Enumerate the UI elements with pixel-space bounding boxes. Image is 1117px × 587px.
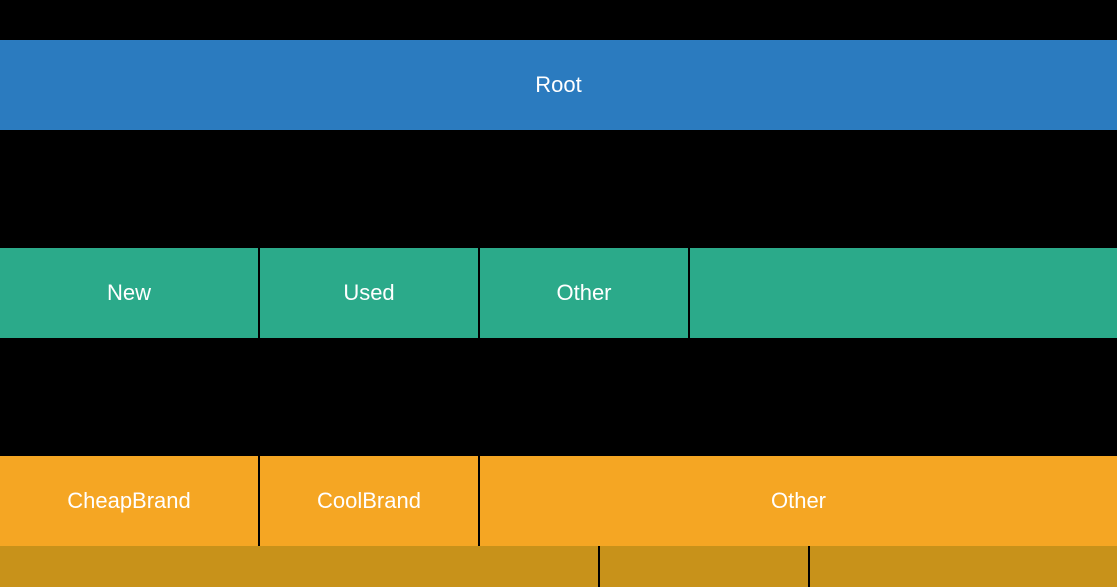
condition-row: New Used Other xyxy=(0,248,1117,338)
brand-cheap-label: CheapBrand xyxy=(67,488,191,514)
brand-other[interactable]: Other xyxy=(480,456,1117,546)
condition-used[interactable]: Used xyxy=(260,248,480,338)
gold-segment-2 xyxy=(600,546,810,587)
root-bar: Root xyxy=(0,40,1117,130)
gold-segment-3 xyxy=(810,546,1117,587)
condition-other-label: Other xyxy=(556,280,611,306)
brand-row: CheapBrand CoolBrand Other xyxy=(0,456,1117,546)
condition-rest xyxy=(690,248,1117,338)
brand-cool[interactable]: CoolBrand xyxy=(260,456,480,546)
condition-new-label: New xyxy=(107,280,151,306)
brand-cool-label: CoolBrand xyxy=(317,488,421,514)
brand-other-label: Other xyxy=(771,488,826,514)
condition-used-label: Used xyxy=(343,280,394,306)
condition-other[interactable]: Other xyxy=(480,248,690,338)
brand-cheap[interactable]: CheapBrand xyxy=(0,456,260,546)
gold-segment-1 xyxy=(0,546,600,587)
gold-bar xyxy=(0,546,1117,587)
root-label: Root xyxy=(535,72,581,98)
condition-new[interactable]: New xyxy=(0,248,260,338)
